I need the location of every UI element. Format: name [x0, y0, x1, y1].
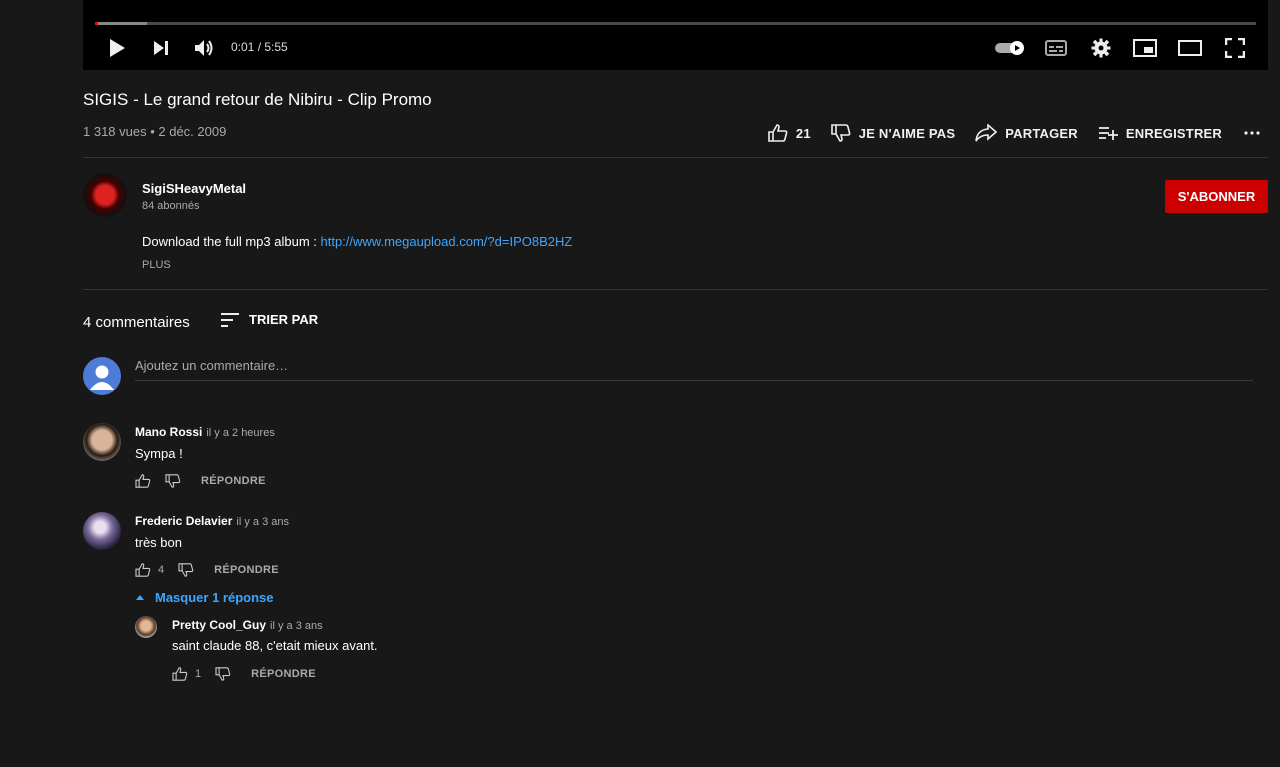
comment-text: Sympa ! — [135, 446, 183, 461]
like-count: 21 — [795, 125, 811, 141]
comment-time[interactable]: il y a 3 ans — [236, 516, 289, 528]
dislike-label: JE N'AIME PAS — [858, 125, 956, 141]
fullscreen-icon[interactable] — [1223, 36, 1247, 60]
divider — [83, 289, 1268, 290]
reply-button[interactable]: RÉPONDRE — [201, 475, 266, 487]
channel-avatar[interactable] — [83, 173, 127, 217]
comment-avatar[interactable] — [83, 423, 121, 461]
share-icon — [975, 124, 998, 142]
caret-up-icon — [136, 595, 144, 600]
next-icon[interactable] — [149, 36, 173, 60]
description-link[interactable]: http://www.megaupload.com/?d=IPO8B2HZ — [320, 234, 572, 249]
current-user-avatar — [83, 357, 121, 395]
subscribe-button[interactable]: S'ABONNER — [1165, 180, 1268, 213]
thumbs-down-icon[interactable] — [178, 563, 194, 577]
thumbs-up-icon[interactable] — [135, 563, 151, 577]
reply-like-count: 1 — [195, 668, 202, 680]
save-label: ENREGISTRER — [1125, 125, 1222, 141]
author-name[interactable]: Frederic Delavier — [135, 514, 232, 528]
thumbs-up-icon — [768, 124, 788, 142]
share-button[interactable]: PARTAGER — [975, 124, 1078, 142]
reply-text: saint claude 88, c'etait mieux avant. — [172, 638, 378, 653]
reply-button[interactable]: RÉPONDRE — [214, 564, 279, 576]
autoplay-toggle-icon[interactable] — [993, 36, 1027, 60]
progress-played — [95, 22, 99, 25]
video-actions: 21 JE N'AIME PAS PARTAGER ENREGISTRER — [748, 124, 1260, 142]
add-comment-input[interactable]: Ajoutez un commentaire… — [135, 358, 1253, 381]
thumbs-down-icon — [830, 124, 851, 142]
sort-icon — [221, 312, 239, 327]
comment-author[interactable]: Mano Rossi il y a 2 heures — [135, 425, 275, 439]
subscriber-count: 84 abonnés — [142, 200, 200, 212]
thumbs-up-icon[interactable] — [135, 474, 151, 488]
video-player[interactable]: 0:01 / 5:55 — [83, 0, 1268, 70]
comment-toolbar: 4 RÉPONDRE — [135, 563, 279, 577]
comment-time[interactable]: il y a 2 heures — [206, 427, 274, 439]
channel-name[interactable]: SigiSHeavyMetal — [142, 181, 246, 196]
thumbs-down-icon[interactable] — [165, 474, 181, 488]
theater-mode-icon[interactable] — [1177, 36, 1203, 60]
video-title: SIGIS - Le grand retour de Nibiru - Clip… — [83, 90, 432, 109]
share-label: PARTAGER — [1005, 125, 1078, 141]
comment-toolbar: RÉPONDRE — [135, 474, 266, 488]
divider — [83, 157, 1268, 158]
sort-button[interactable]: TRIER PAR — [221, 312, 318, 327]
save-button[interactable]: ENREGISTRER — [1098, 126, 1222, 141]
thumbs-down-icon[interactable] — [215, 667, 231, 681]
author-name[interactable]: Pretty Cool_Guy — [172, 618, 266, 632]
reply-time[interactable]: il y a 3 ans — [270, 620, 323, 632]
thumbs-up-icon[interactable] — [172, 667, 188, 681]
hide-replies-label: Masquer 1 réponse — [155, 590, 274, 605]
comment-author[interactable]: Frederic Delavier il y a 3 ans — [135, 514, 289, 528]
reply-toolbar: 1 RÉPONDRE — [172, 667, 316, 681]
show-more-button[interactable]: PLUS — [142, 259, 171, 271]
like-button[interactable]: 21 — [768, 124, 811, 142]
author-name[interactable]: Mano Rossi — [135, 425, 202, 439]
volume-icon[interactable] — [192, 36, 216, 60]
comment-like-count: 4 — [158, 564, 165, 576]
progress-bar[interactable] — [95, 22, 1256, 25]
description-text: Download the full mp3 album : — [142, 234, 321, 249]
reply-author[interactable]: Pretty Cool_Guy il y a 3 ans — [172, 618, 323, 632]
settings-gear-icon[interactable] — [1089, 36, 1113, 60]
video-meta: 1 318 vues • 2 déc. 2009 — [83, 124, 227, 139]
reply-button[interactable]: RÉPONDRE — [251, 668, 316, 680]
sort-label: TRIER PAR — [249, 312, 319, 327]
comment-text: très bon — [135, 535, 182, 550]
time-display: 0:01 / 5:55 — [231, 40, 288, 54]
play-icon[interactable] — [105, 36, 129, 60]
video-description: Download the full mp3 album : http://www… — [142, 234, 572, 249]
progress-buffered — [95, 22, 148, 25]
comment-avatar[interactable] — [83, 512, 121, 550]
dislike-button[interactable]: JE N'AIME PAS — [830, 124, 956, 142]
reply-avatar[interactable] — [135, 616, 157, 638]
hide-replies-button[interactable]: Masquer 1 réponse — [135, 590, 274, 605]
miniplayer-icon[interactable] — [1133, 36, 1157, 60]
playlist-add-icon — [1098, 127, 1118, 140]
more-actions-icon[interactable] — [1244, 131, 1260, 135]
comments-count: 4 commentaires — [83, 314, 190, 331]
subtitles-icon[interactable] — [1044, 36, 1068, 60]
